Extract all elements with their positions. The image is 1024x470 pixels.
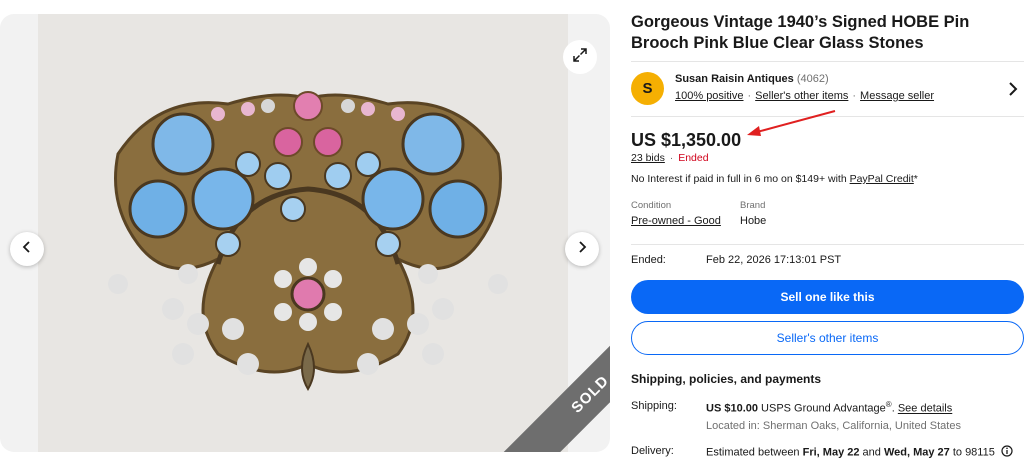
see-details-link[interactable]: See details [898,403,952,415]
sell-one-like-this-button[interactable]: Sell one like this [631,280,1024,314]
seller-positive-link[interactable]: 100% positive [675,90,744,102]
product-photo[interactable] [38,14,568,452]
item-price: US $1,350.00 [631,130,742,150]
delivery-and: and [859,446,884,459]
paypal-credit-link[interactable]: PayPal Credit [850,173,914,185]
shipping-value: US $10.00 USPS Ground Advantage®. See de… [706,400,953,415]
financing-suffix: * [913,173,918,185]
message-seller-link[interactable]: Message seller [860,90,934,102]
seller-feedback-count: (4062) [796,73,829,85]
delivery-estimate: Estimated between Fri, May 22 and Wed, M… [706,445,1013,460]
chevron-left-icon [21,240,33,258]
shipping-section-heading: Shipping, policies, and payments [631,372,822,386]
sellers-other-items-button[interactable]: Seller's other items [631,321,1024,355]
sold-badge-label: SOLD [567,371,610,417]
shipping-label: Shipping: [631,400,677,412]
seller-other-items-link[interactable]: Seller's other items [755,90,848,102]
item-location: Located in: Sherman Oaks, California, Un… [706,420,961,432]
shipping-cost: US $10.00 [706,402,758,415]
seller-name[interactable]: Susan Raisin Antiques [675,73,794,85]
delivery-end-date: Wed, May 27 [883,446,950,459]
delivery-label: Delivery: [631,445,674,457]
separator-dot: · [852,90,857,102]
bids-link[interactable]: 23 bids [631,152,665,164]
condition-label: Condition [631,200,672,211]
listing-details-panel: Gorgeous Vintage 1940’s Signed HOBE Pin … [631,12,1024,458]
delivery-prefix: Estimated between [706,446,803,459]
expand-icon [572,47,588,68]
condition-value[interactable]: Pre-owned - Good [631,215,721,227]
delivery-zip: to 98115 [949,446,995,459]
separator-dot: · [747,90,752,102]
chevron-right-icon[interactable] [1008,82,1018,101]
listing-title: Gorgeous Vintage 1940’s Signed HOBE Pin … [631,13,970,52]
separator-dot: · [669,152,674,164]
delivery-start-date: Fri, May 22 [802,446,860,459]
bids-status: 23 bids · Ended [631,152,709,164]
seller-avatar[interactable]: S [631,72,664,105]
seller-name-line: Susan Raisin Antiques (4062) [675,73,829,85]
auction-status: Ended [678,152,709,164]
annotation-arrow [747,110,836,136]
next-image-button[interactable] [565,232,599,266]
ended-date: Feb 22, 2026 17:13:01 PST [706,254,842,266]
brooch-image [108,91,508,391]
ended-label: Ended: [631,254,666,266]
chevron-right-icon [576,240,588,258]
brand-value: Hobe [740,215,767,227]
registered-mark: ® [885,400,892,409]
brand-label: Brand [740,200,766,211]
image-gallery: SOLD [0,14,610,452]
seller-links: 100% positive · Seller's other items · Messa… [675,90,934,102]
info-icon[interactable] [1001,445,1013,460]
previous-image-button[interactable] [10,232,44,266]
expand-image-button[interactable] [563,40,597,74]
financing-offer: No Interest if paid in full in 6 mo on $… [631,173,918,185]
divider [631,244,1024,245]
financing-text: No Interest if paid in full in 6 mo on $… [631,173,850,185]
shipping-service: USPS Ground Advantage [757,402,886,415]
